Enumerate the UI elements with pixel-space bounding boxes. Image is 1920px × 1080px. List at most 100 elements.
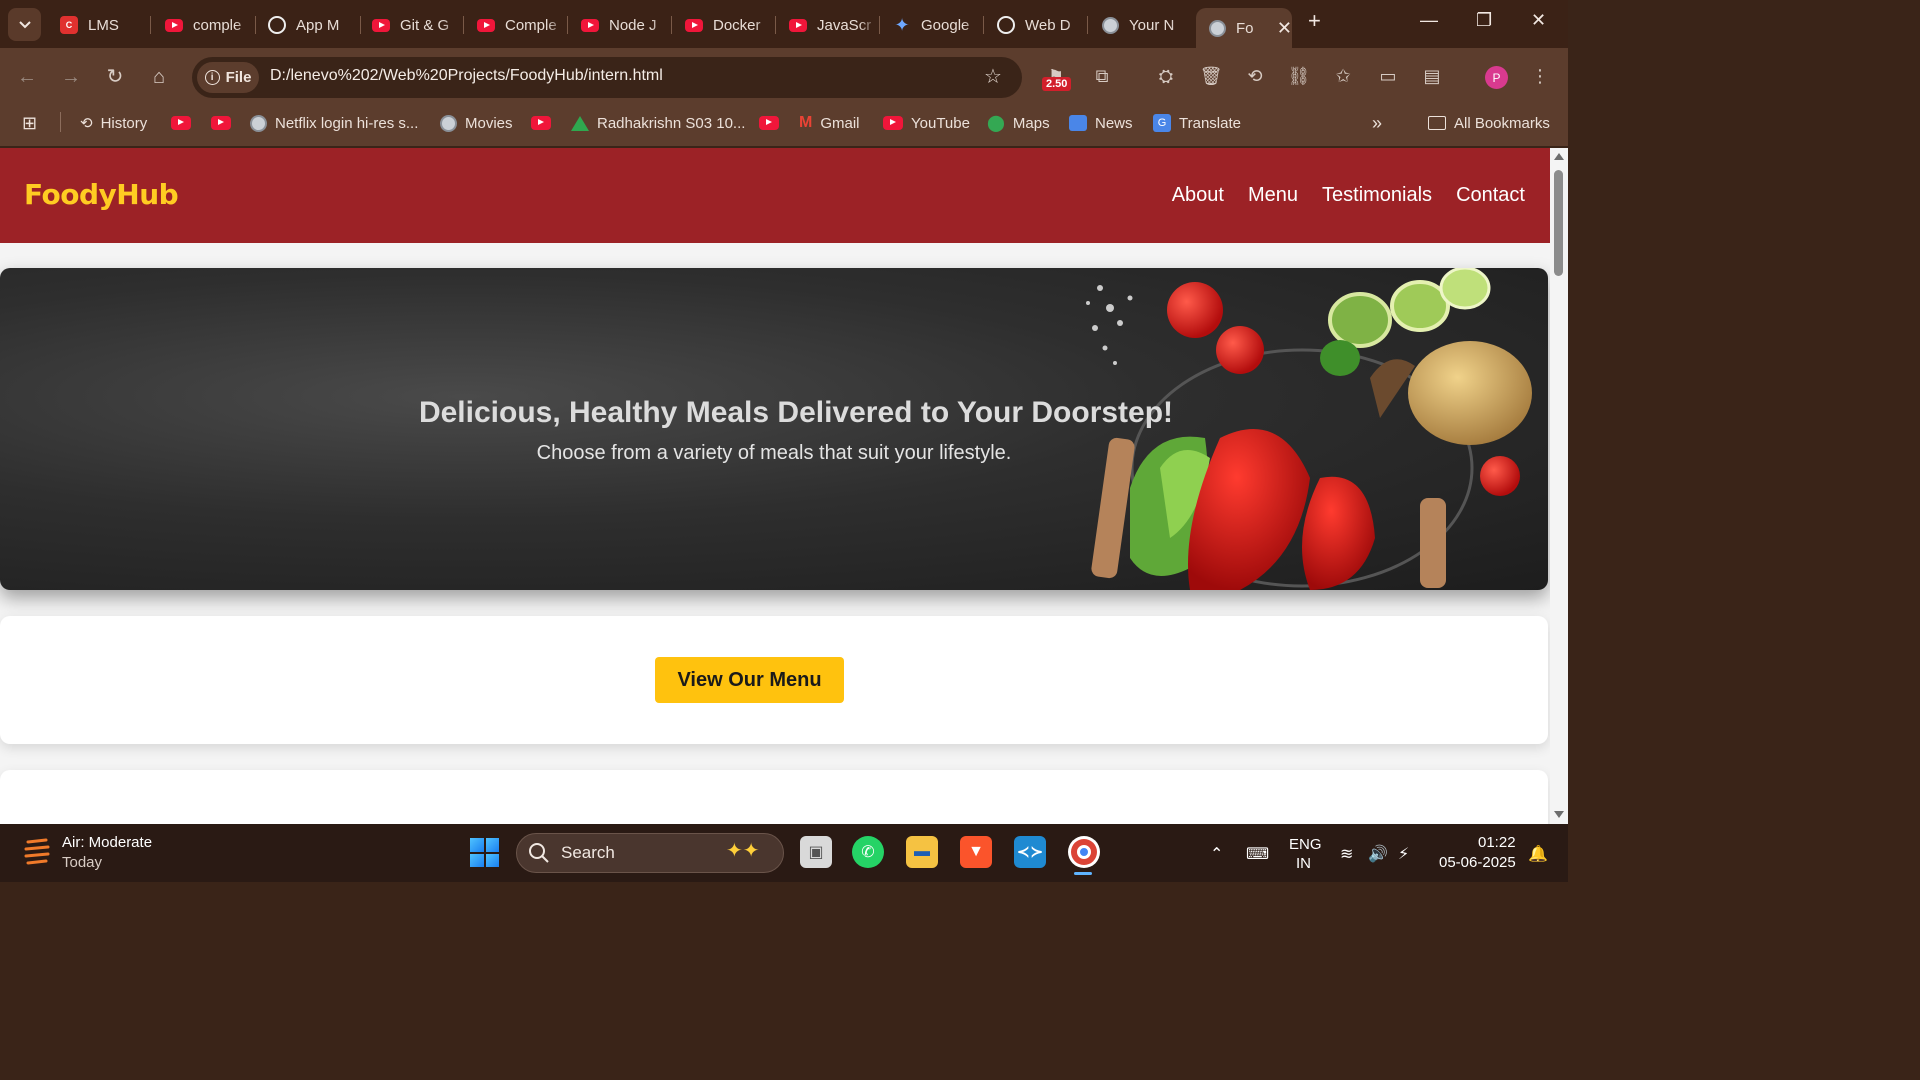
devices-icon[interactable]: ▭ <box>1376 66 1400 87</box>
profile-avatar[interactable]: P <box>1485 66 1508 89</box>
bookmark-netflix[interactable]: Netflix login hi-res s... <box>250 112 418 134</box>
close-window-button[interactable]: ✕ <box>1531 10 1546 31</box>
brand-logo[interactable]: FoodyHub <box>24 178 179 211</box>
favorites-icon[interactable]: ✩ <box>1331 66 1355 87</box>
news-icon <box>1069 115 1087 131</box>
volume-icon[interactable]: 🔊 <box>1368 844 1388 864</box>
youtube-icon <box>477 16 495 34</box>
bookmark-youtube-3[interactable] <box>531 112 551 134</box>
bookmark-label: Maps <box>1012 114 1050 132</box>
openai-icon <box>997 16 1015 34</box>
bookmark-gmail[interactable]: M Gmail <box>799 112 860 134</box>
globe-icon <box>1208 19 1226 37</box>
bookmark-drive[interactable]: Radhakrishn S03 10... <box>571 112 745 134</box>
history-icon[interactable]: ⟲ <box>1243 66 1267 87</box>
weather-title[interactable]: Air: Moderate <box>62 834 152 851</box>
tab-search-button[interactable] <box>8 8 41 41</box>
tab-gemini[interactable]: ✦ Google <box>893 8 981 42</box>
incognito-icon[interactable]: ⛭ <box>1154 66 1178 87</box>
tab-separator <box>360 16 361 34</box>
hero-subtitle: Choose from a variety of meals that suit… <box>536 442 1012 464</box>
tab-title: JavaScr <box>817 16 872 34</box>
tab-title: Node J <box>609 16 657 34</box>
tab-openai-2[interactable]: Web D <box>997 8 1085 42</box>
bookmark-maps[interactable]: ⬤ Maps <box>987 112 1050 134</box>
tab-active-foodyhub[interactable]: Fo ✕ <box>1196 8 1292 48</box>
bookmark-label: Movies <box>465 114 513 132</box>
all-bookmarks-button[interactable]: All Bookmarks <box>1428 112 1550 134</box>
tab-title: LMS <box>88 16 119 34</box>
nav-link-menu[interactable]: Menu <box>1248 184 1298 207</box>
clock-time[interactable]: 01:22 <box>1478 834 1516 851</box>
bookmark-news[interactable]: News <box>1069 112 1133 134</box>
nav-link-contact[interactable]: Contact <box>1456 184 1525 207</box>
reload-icon[interactable]: ↻ <box>102 64 128 90</box>
tab-youtube-1[interactable]: comple <box>165 8 253 42</box>
windows-start-icon[interactable] <box>470 838 499 867</box>
tab-youtube-5[interactable]: Docker <box>685 8 773 42</box>
minimize-button[interactable]: — <box>1420 10 1438 31</box>
bookmarks-overflow-button[interactable]: » <box>1372 112 1382 134</box>
clock-date[interactable]: 05-06-2025 <box>1439 854 1516 871</box>
new-tab-button[interactable]: + <box>1308 8 1321 34</box>
chrome-icon[interactable] <box>1068 836 1100 868</box>
air-quality-icon[interactable] <box>22 836 52 868</box>
bookmark-translate[interactable]: G Translate <box>1153 112 1241 134</box>
link-icon[interactable]: ⛓ <box>1287 66 1311 87</box>
globe-icon <box>250 114 267 132</box>
tab-separator <box>983 16 984 34</box>
chevron-down-icon <box>18 20 31 28</box>
site-info-label: File <box>225 69 252 86</box>
scrollbar-thumb[interactable] <box>1554 170 1563 276</box>
wifi-icon[interactable]: ≋ <box>1340 844 1353 864</box>
nav-link-testimonials[interactable]: Testimonials <box>1322 184 1432 207</box>
scroll-up-arrow-icon[interactable] <box>1554 153 1564 160</box>
bookmark-youtube-2[interactable] <box>211 112 231 134</box>
brave-browser-icon[interactable]: ▼ <box>960 836 992 868</box>
trash-icon[interactable]: 🗑 <box>1199 66 1223 87</box>
nav-link-about[interactable]: About <box>1172 184 1224 207</box>
site-header: FoodyHub About Menu Testimonials Contact <box>0 148 1550 243</box>
bookmark-youtube[interactable]: YouTube <box>883 112 970 134</box>
language-indicator[interactable]: ENG <box>1289 836 1322 853</box>
tab-youtube-4[interactable]: Node J <box>581 8 669 42</box>
whatsapp-icon[interactable]: ✆ <box>852 836 884 868</box>
tab-separator <box>255 16 256 34</box>
apps-grid-icon[interactable]: ⊞ <box>22 112 37 134</box>
bookmark-history[interactable]: ⟲ History <box>80 112 147 134</box>
vscode-icon[interactable]: ≺≻ <box>1014 836 1046 868</box>
tab-youtube-2[interactable]: Git & G <box>372 8 460 42</box>
extensions-puzzle-icon[interactable]: ⧉ <box>1090 66 1114 87</box>
youtube-icon <box>759 116 779 130</box>
scroll-down-arrow-icon[interactable] <box>1554 811 1564 818</box>
home-icon[interactable]: ⌂ <box>146 64 172 90</box>
notifications-bell-icon[interactable]: 🔔 <box>1528 844 1548 864</box>
url-text[interactable]: D:/lenevo%202/Web%20Projects/FoodyHub/in… <box>270 67 663 85</box>
battery-charging-icon[interactable]: ⚡ <box>1398 844 1409 864</box>
site-info-chip[interactable]: i File <box>197 62 259 93</box>
bookmark-youtube-4[interactable] <box>759 112 779 134</box>
page-viewport: FoodyHub About Menu Testimonials Contact <box>0 148 1550 824</box>
tray-overflow-chevron-icon[interactable]: ⌃ <box>1210 844 1223 864</box>
tab-lms[interactable]: C LMS <box>60 8 148 42</box>
tab-openai-1[interactable]: App M <box>268 8 356 42</box>
tab-globe[interactable]: Your N <box>1101 8 1189 42</box>
forward-arrow-icon[interactable]: → <box>58 64 84 90</box>
globe-icon <box>440 114 457 132</box>
side-panel-icon[interactable]: ▤ <box>1420 66 1444 87</box>
tab-youtube-3[interactable]: Comple <box>477 8 565 42</box>
back-arrow-icon[interactable]: ← <box>14 64 40 90</box>
restore-button[interactable]: ❐ <box>1476 10 1492 31</box>
file-explorer-icon[interactable]: ▬ <box>906 836 938 868</box>
bookmark-youtube-1[interactable] <box>171 112 191 134</box>
close-tab-icon[interactable]: ✕ <box>1277 18 1292 39</box>
menu-kebab-icon[interactable]: ⋮ <box>1528 66 1552 87</box>
bookmark-movies[interactable]: Movies <box>440 112 513 134</box>
weather-subtitle: Today <box>62 854 103 871</box>
keyboard-icon[interactable]: ⌨ <box>1246 844 1269 864</box>
bookmark-label: YouTube <box>911 114 970 132</box>
view-menu-button[interactable]: View Our Menu <box>655 657 844 703</box>
task-view-icon[interactable]: ▣ <box>800 836 832 868</box>
tab-youtube-6[interactable]: JavaScr <box>789 8 877 42</box>
bookmark-star-icon[interactable]: ☆ <box>984 64 1002 89</box>
